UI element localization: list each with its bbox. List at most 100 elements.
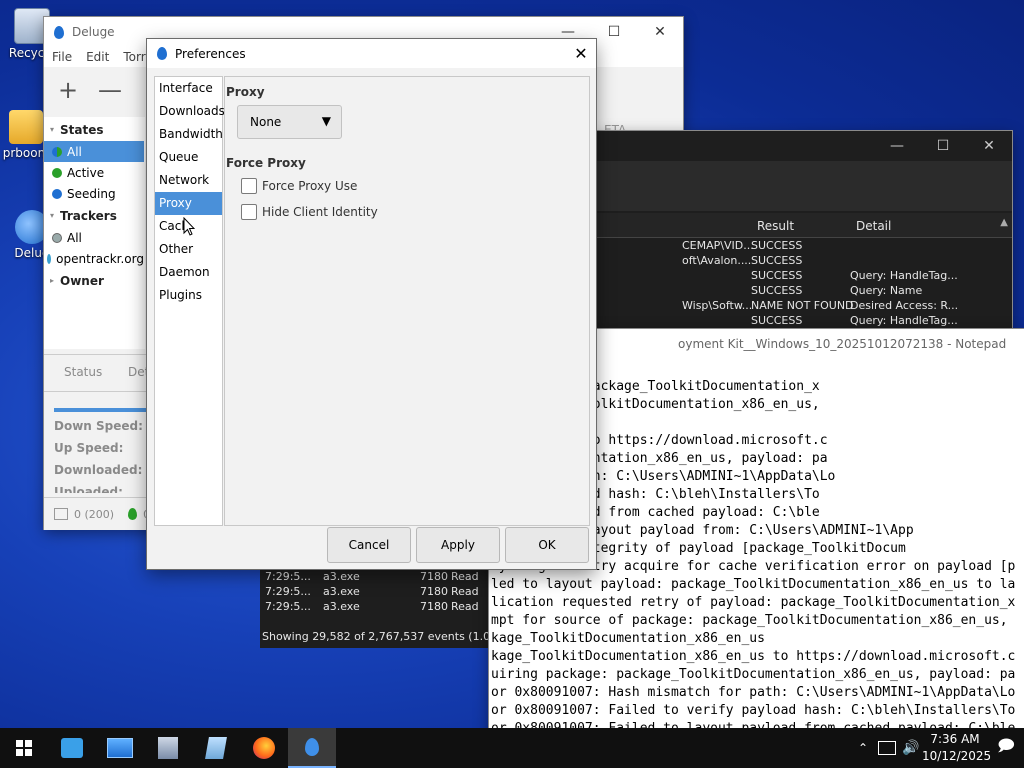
pref-category-bandwidth[interactable]: Bandwidth: [155, 123, 223, 146]
menu-file[interactable]: File: [52, 50, 72, 64]
force-proxy-use-label[interactable]: Force Proxy Use: [262, 179, 357, 193]
column-detail[interactable]: Detail: [856, 219, 891, 233]
taskbar-app-firefox[interactable]: [240, 728, 288, 768]
pref-category-other[interactable]: Other: [155, 238, 222, 261]
procmon-event-row[interactable]: 7:29:5... a3.exe 7180 Read: [260, 570, 490, 585]
preferences-dialog: Preferences ✕ Interface Downloads Bandwidt…: [147, 39, 596, 569]
scroll-up-icon[interactable]: ▲: [1000, 217, 1008, 228]
hide-client-identity-checkbox[interactable]: Hide Client Identity: [241, 204, 378, 220]
tab-status[interactable]: Status: [64, 365, 102, 379]
downloaded-label: Downloaded:: [54, 463, 143, 477]
sidebar-item-tracker-all[interactable]: All: [44, 227, 144, 248]
preferences-category-list: Interface Downloads Bandwidth Queue Network P…: [154, 76, 225, 526]
sidebar-header-owner[interactable]: ▸ Owner: [44, 270, 144, 291]
cancel-button[interactable]: Cancel: [327, 527, 411, 563]
event-pid: 7180: [420, 600, 448, 613]
event-result: SUCCESS: [751, 284, 803, 297]
event-operation: Read: [451, 600, 479, 613]
deluge-icon: [305, 738, 319, 756]
preferences-content: Proxy None ▼ Force Proxy Force Proxy Use…: [224, 76, 590, 526]
notepad-icon: [205, 737, 227, 759]
tracker-icon: [47, 253, 52, 264]
clock[interactable]: 7:36 AM 10/12/2025: [922, 731, 991, 765]
procmon-event-row[interactable]: SUCCESS Query: HandleTag...: [596, 269, 1012, 284]
apply-button[interactable]: Apply: [416, 527, 500, 563]
procmon-event-row[interactable]: CEMAP\VID... SUCCESS: [596, 239, 1012, 254]
pref-category-plugins[interactable]: Plugins: [155, 284, 222, 307]
close-button[interactable]: ✕: [637, 17, 683, 47]
notepad-text-line: kage_ToolkitDocumentation_x86_en_us: [491, 631, 765, 646]
maximize-button[interactable]: ☐: [591, 17, 637, 47]
notepad-text-line: or 0x80091007: Hash mismatch for path: C…: [491, 685, 1016, 700]
checkbox-box[interactable]: [241, 178, 257, 194]
globe-icon: [52, 232, 62, 243]
sidebar-header-states[interactable]: ▾ States: [44, 119, 144, 140]
deluge-logo-icon: [157, 47, 167, 60]
maximize-button[interactable]: ☐: [920, 131, 966, 161]
close-icon[interactable]: ✕: [566, 44, 596, 63]
procmon-event-row[interactable]: oft\Avalon.... SUCCESS: [596, 254, 1012, 269]
folder-icon: [9, 110, 43, 144]
connections-icon: [54, 508, 68, 520]
notepad-text-line: mpt for source of package: package_Toolk…: [491, 613, 1008, 628]
pref-category-queue[interactable]: Queue: [155, 146, 222, 169]
event-result: SUCCESS: [751, 239, 803, 252]
taskbar: ⌃ 🔊 7:36 AM 10/12/2025 🗩: [0, 728, 1024, 768]
pref-category-downloads[interactable]: Downloads: [155, 100, 225, 123]
installer-icon: [158, 737, 178, 759]
sidebar-item-seeding[interactable]: Seeding: [44, 183, 144, 204]
event-path: oft\Avalon....: [682, 254, 752, 267]
connections-count[interactable]: 0 (200): [74, 508, 114, 521]
force-proxy-use-checkbox[interactable]: Force Proxy Use: [241, 178, 357, 194]
notification-icon[interactable]: 🗩: [988, 735, 1024, 762]
taskbar-app-monitor[interactable]: [96, 728, 144, 768]
seeding-icon: [52, 188, 62, 199]
start-button[interactable]: [0, 728, 48, 768]
procmon-event-row[interactable]: SUCCESS Query: HandleTag...: [596, 314, 1012, 329]
procmon-event-row[interactable]: 7:29:5... a3.exe 7180 Read: [260, 600, 490, 615]
hide-client-identity-label[interactable]: Hide Client Identity: [262, 205, 378, 219]
menu-edit[interactable]: Edit: [86, 50, 109, 64]
ok-button[interactable]: OK: [505, 527, 589, 563]
deluge-logo-icon: [54, 25, 64, 39]
minimize-button[interactable]: —: [874, 131, 920, 161]
up-speed-label: Up Speed:: [54, 441, 124, 455]
sidebar-item-active[interactable]: Active: [44, 162, 144, 183]
procmon-event-row[interactable]: 7:29:5... a3.exe 7180 Read: [260, 585, 490, 600]
remove-torrent-icon[interactable]: —: [98, 76, 138, 104]
procmon-window: — ☐ ✕ Result Detail ▲ CEMAP\VID... SUCCES…: [596, 131, 1012, 329]
pref-category-daemon[interactable]: Daemon: [155, 261, 222, 284]
checkbox-box[interactable]: [241, 204, 257, 220]
chevron-up-icon[interactable]: ⌃: [852, 741, 874, 755]
procmon-lower-pane: 7:29:5... a3.exe 7180 Read 7:29:5... a3.exe 71…: [260, 569, 505, 648]
taskbar-app-installer[interactable]: [144, 728, 192, 768]
sidebar-item-all[interactable]: All: [44, 141, 144, 162]
event-operation: Read: [451, 570, 479, 583]
event-operation: Read: [451, 585, 479, 598]
close-button[interactable]: ✕: [966, 131, 1012, 161]
taskbar-app-search[interactable]: [48, 728, 96, 768]
network-icon[interactable]: [878, 741, 896, 755]
deluge-sidebar: ▾ States All Active Seeding ▾ Trackers All…: [44, 117, 145, 349]
pref-category-network[interactable]: Network: [155, 169, 222, 192]
speaker-icon[interactable]: 🔊: [900, 740, 922, 756]
pref-category-interface[interactable]: Interface: [155, 77, 222, 100]
event-detail: Query: Name: [850, 284, 923, 297]
performance-monitor-icon: [107, 738, 133, 758]
taskbar-app-notepad[interactable]: [192, 728, 240, 768]
column-result[interactable]: Result: [757, 219, 794, 233]
event-detail: Desired Access: R...: [850, 299, 959, 312]
proxy-type-dropdown[interactable]: None ▼: [237, 105, 342, 139]
procmon-column-headers: Result Detail ▲: [596, 213, 1012, 238]
pref-category-proxy[interactable]: Proxy: [155, 192, 222, 215]
event-detail: Query: HandleTag...: [850, 269, 958, 282]
event-process: a3.exe: [323, 570, 360, 583]
add-torrent-icon[interactable]: +: [58, 76, 98, 104]
procmon-event-row[interactable]: SUCCESS Query: Name: [596, 284, 1012, 299]
clock-time: 7:36 AM: [930, 732, 980, 746]
sidebar-header-trackers[interactable]: ▾ Trackers: [44, 205, 144, 226]
taskbar-app-deluge[interactable]: [288, 728, 336, 768]
sidebar-item-opentrackr[interactable]: opentrackr.org: [44, 248, 144, 269]
procmon-event-row[interactable]: Wisp\Softw... NAME NOT FOUND Desired Acces…: [596, 299, 1012, 314]
section-force-proxy-heading: Force Proxy: [226, 156, 306, 170]
